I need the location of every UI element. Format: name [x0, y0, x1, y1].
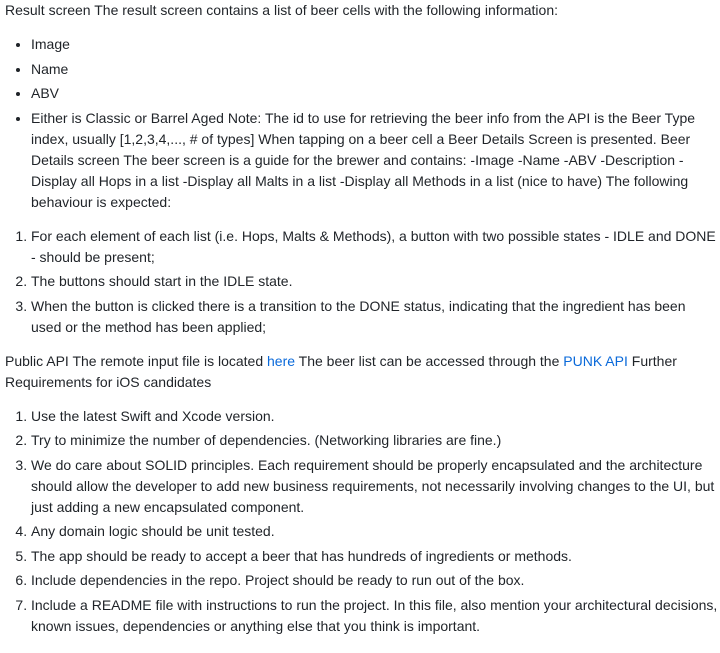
list-item: Use the latest Swift and Xcode version.: [31, 406, 719, 427]
list-item: Include dependencies in the repo. Projec…: [31, 570, 719, 591]
intro-paragraph: Result screen The result screen contains…: [5, 2, 559, 18]
punk-api-link[interactable]: PUNK API: [563, 353, 628, 369]
document-body: Result screen The result screen contains…: [5, 0, 719, 637]
list-item: The buttons should start in the IDLE sta…: [31, 271, 719, 292]
list-item: Any domain logic should be unit tested.: [31, 521, 719, 542]
list-item: Include a README file with instructions …: [31, 595, 719, 637]
list-item: The app should be ready to accept a beer…: [31, 546, 719, 567]
list-item: For each element of each list (i.e. Hops…: [31, 226, 719, 268]
list-item: Name: [31, 59, 719, 80]
public-api-text-2: The beer list can be accessed through th…: [295, 352, 564, 369]
result-cell-info-list: Image Name ABV Either is Classic or Barr…: [5, 34, 719, 213]
public-api-paragraph: Public API The remote input file is loca…: [5, 351, 719, 393]
list-item: Image: [31, 34, 719, 55]
list-item: ABV: [31, 83, 719, 104]
ios-requirements-list: Use the latest Swift and Xcode version. …: [5, 406, 719, 637]
list-item: When the button is clicked there is a tr…: [31, 296, 719, 338]
list-item: We do care about SOLID principles. Each …: [31, 455, 719, 518]
list-item: Either is Classic or Barrel Aged Note: T…: [31, 108, 719, 213]
expected-behaviour-list: For each element of each list (i.e. Hops…: [5, 226, 719, 338]
public-api-text-1: Public API The remote input file is loca…: [5, 352, 267, 369]
here-link[interactable]: here: [267, 353, 295, 369]
list-item: Try to minimize the number of dependenci…: [31, 430, 719, 451]
